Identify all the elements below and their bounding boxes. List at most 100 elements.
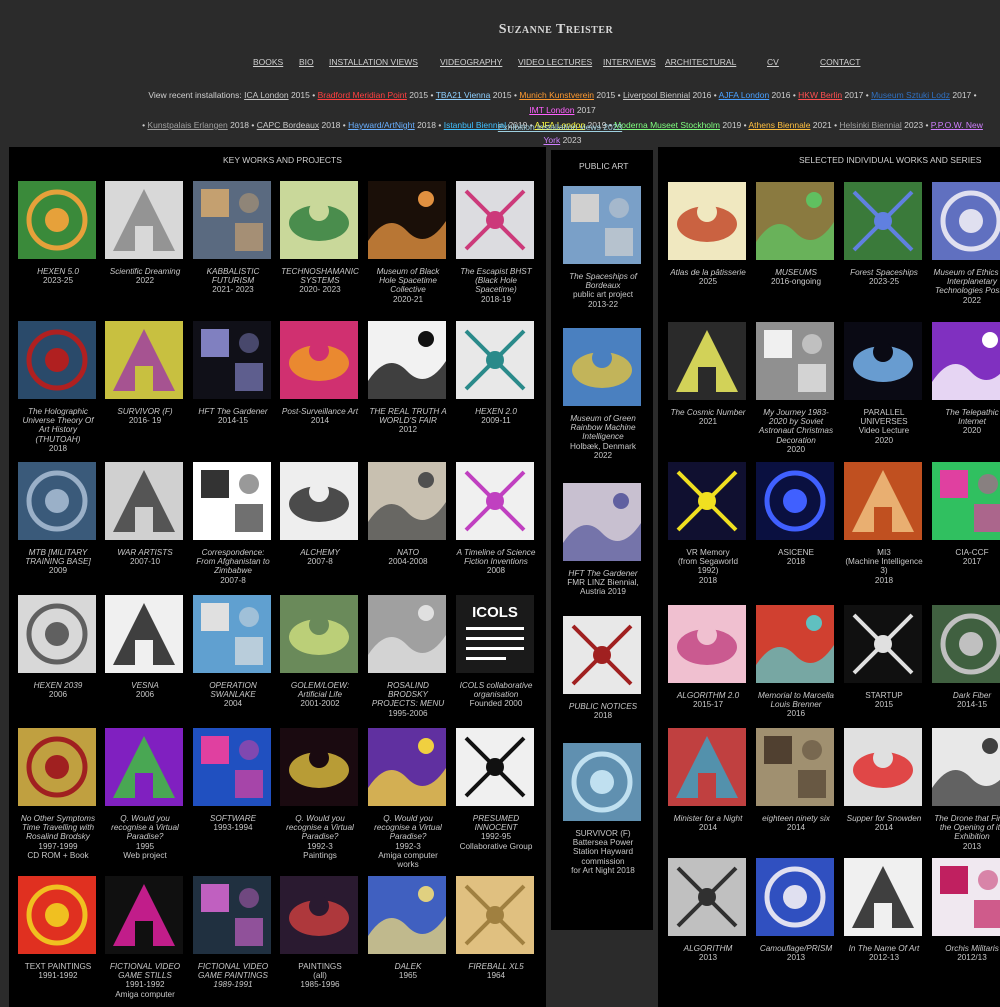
work-tile[interactable]: No Other Symptoms Time Travelling with R… — [18, 728, 98, 860]
work-thumbnail[interactable] — [368, 728, 446, 806]
work-tile[interactable]: Camouflage/PRISM 2013 — [756, 858, 836, 962]
work-title[interactable]: PAINTINGS — [280, 962, 360, 971]
work-thumbnail[interactable] — [756, 462, 834, 540]
installation-link[interactable]: Athens Biennale — [749, 120, 811, 130]
work-title[interactable]: The Holographic Universe Theory Of Art H… — [18, 407, 98, 444]
work-title[interactable]: Q. Would you recognise a Virtual Paradis… — [105, 814, 185, 842]
work-title[interactable]: Dark Fiber — [932, 691, 1000, 700]
work-thumbnail[interactable] — [756, 322, 834, 400]
work-title[interactable]: No Other Symptoms Time Travelling with R… — [18, 814, 98, 842]
installation-link[interactable]: ICA London — [244, 90, 288, 100]
work-thumbnail[interactable] — [756, 858, 834, 936]
work-title[interactable]: THE REAL TRUTH A WORLD'S FAIR — [368, 407, 448, 425]
work-tile[interactable]: HFT The Gardener FMR LINZ Biennial, Austr… — [563, 483, 643, 597]
work-title[interactable]: VR Memory — [668, 548, 748, 557]
work-tile[interactable]: MUSEUMS 2016-ongoing — [756, 182, 836, 286]
work-thumbnail[interactable] — [668, 462, 746, 540]
work-thumbnail[interactable] — [105, 876, 183, 954]
work-tile[interactable]: FICTIONAL VIDEO GAME PAINTINGS 1989-1991 — [193, 876, 273, 990]
work-title[interactable]: Scientific Dreaming — [105, 267, 185, 276]
work-title[interactable]: FICTIONAL VIDEO GAME STILLS — [105, 962, 185, 980]
work-thumbnail[interactable] — [18, 321, 96, 399]
work-thumbnail[interactable] — [932, 462, 1000, 540]
work-title[interactable]: Museum of Ethics for Interplanetary Tech… — [932, 268, 1000, 296]
work-thumbnail[interactable] — [105, 462, 183, 540]
work-thumbnail[interactable] — [18, 876, 96, 954]
work-tile[interactable]: ALGORITHM 2013 — [668, 858, 748, 962]
work-thumbnail[interactable] — [280, 595, 358, 673]
work-tile[interactable]: A Timeline of Science Fiction Inventions… — [456, 462, 536, 576]
work-thumbnail[interactable] — [193, 728, 271, 806]
work-title[interactable]: Camouflage/PRISM — [756, 944, 836, 953]
work-thumbnail[interactable] — [563, 483, 641, 561]
nav-architectural[interactable]: ARCHITECTURAL — [665, 57, 736, 67]
installation-link[interactable]: IMT London — [529, 105, 574, 115]
work-title[interactable]: ALGORITHM 2.0 — [668, 691, 748, 700]
work-tile[interactable]: SURVIVOR (F) 2016- 19 — [105, 321, 185, 425]
work-title[interactable]: STARTUP — [844, 691, 924, 700]
work-thumbnail[interactable] — [668, 858, 746, 936]
work-tile[interactable]: MI3 (Machine Intelligence 3) 2018 — [844, 462, 924, 585]
work-thumbnail[interactable] — [932, 728, 1000, 806]
work-thumbnail[interactable] — [456, 728, 534, 806]
work-title[interactable]: The Spaceships of Bordeaux — [563, 272, 643, 290]
nav-books[interactable]: BOOKS — [253, 57, 283, 67]
work-thumbnail[interactable] — [105, 181, 183, 259]
work-thumbnail[interactable] — [844, 462, 922, 540]
work-thumbnail[interactable] — [563, 743, 641, 821]
nav-videography[interactable]: VIDEOGRAPHY — [440, 57, 502, 67]
work-tile[interactable]: Memorial to Marcella Louis Brenner 2016 — [756, 605, 836, 719]
work-title[interactable]: HEXEN 2039 — [18, 681, 98, 690]
nav-bio[interactable]: BIO — [299, 57, 314, 67]
work-tile[interactable]: Dark Fiber 2014-15 — [932, 605, 1000, 709]
work-tile[interactable]: HEXEN 2.0 2009-11 — [456, 321, 536, 425]
installation-link[interactable]: Museum Sztuki Lodz — [871, 90, 950, 100]
work-tile[interactable]: WAR ARTISTS 2007-10 — [105, 462, 185, 566]
work-tile[interactable]: PRESUMED INNOCENT 1992-95 Collaborative Gr… — [456, 728, 536, 851]
work-title[interactable]: The Drone that Fired the Opening of its … — [932, 814, 1000, 842]
work-tile[interactable]: DALEK 1965 — [368, 876, 448, 980]
nav-contact[interactable]: CONTACT — [820, 57, 860, 67]
work-tile[interactable]: ICOLS ICOLS collaborative organisation Fou… — [456, 595, 536, 709]
work-thumbnail[interactable] — [668, 322, 746, 400]
work-title[interactable]: SOFTWARE — [193, 814, 273, 823]
work-thumbnail[interactable] — [456, 321, 534, 399]
work-title[interactable]: CIA-CCF — [932, 548, 1000, 557]
work-tile[interactable]: Museum of Green Rainbow Machine Intellig… — [563, 328, 643, 460]
work-thumbnail[interactable] — [456, 876, 534, 954]
work-tile[interactable]: Orchis Militaris 2012/13 — [932, 858, 1000, 962]
work-thumbnail[interactable] — [18, 595, 96, 673]
nav-video-lectures[interactable]: VIDEO LECTURES — [518, 57, 592, 67]
work-title[interactable]: Forest Spaceships — [844, 268, 924, 277]
work-title[interactable]: Q. Would you recognise a Virtual Paradis… — [280, 814, 360, 842]
work-tile[interactable]: In The Name Of Art 2012-13 — [844, 858, 924, 962]
installation-link[interactable]: TBA21 Vienna — [436, 90, 491, 100]
work-thumbnail[interactable] — [932, 858, 1000, 936]
work-thumbnail[interactable] — [668, 605, 746, 683]
work-thumbnail[interactable] — [932, 182, 1000, 260]
work-tile[interactable]: SOFTWARE 1993-1994 — [193, 728, 273, 832]
work-tile[interactable]: Q. Would you recognise a Virtual Paradis… — [105, 728, 185, 860]
work-title[interactable]: In The Name Of Art — [844, 944, 924, 953]
work-title[interactable]: TECHNOSHAMANIC SYSTEMS — [280, 267, 360, 285]
work-tile[interactable]: SURVIVOR (F) Battersea Power Station Hayw… — [563, 743, 643, 875]
work-title[interactable]: Q. Would you recognise a Virtual Paradis… — [368, 814, 448, 842]
installation-link[interactable]: Bradford Meridian Point — [318, 90, 407, 100]
work-tile[interactable]: Correspondence: From Afghanistan to Zimb… — [193, 462, 273, 585]
work-title[interactable]: eighteen ninety six — [756, 814, 836, 823]
work-thumbnail[interactable] — [563, 186, 641, 264]
nav-installation-views[interactable]: INSTALLATION VIEWS — [329, 57, 418, 67]
work-title[interactable]: The Cosmic Number — [668, 408, 748, 417]
work-tile[interactable]: The Cosmic Number 2021 — [668, 322, 748, 426]
installation-link[interactable]: Hayward/ArtNight — [348, 120, 415, 130]
work-thumbnail[interactable] — [105, 728, 183, 806]
work-title[interactable]: Minister for a Night — [668, 814, 748, 823]
work-tile[interactable]: Museum of Black Hole Spacetime Collectiv… — [368, 181, 448, 304]
work-title[interactable]: Supper for Snowden — [844, 814, 924, 823]
work-thumbnail[interactable] — [668, 728, 746, 806]
work-tile[interactable]: The Spaceships of Bordeaux public art pro… — [563, 186, 643, 309]
work-thumbnail[interactable] — [844, 182, 922, 260]
installation-link[interactable]: Liverpool Biennial — [623, 90, 690, 100]
work-tile[interactable]: TECHNOSHAMANIC SYSTEMS 2020- 2023 — [280, 181, 360, 295]
work-tile[interactable]: VESNA 2006 — [105, 595, 185, 699]
